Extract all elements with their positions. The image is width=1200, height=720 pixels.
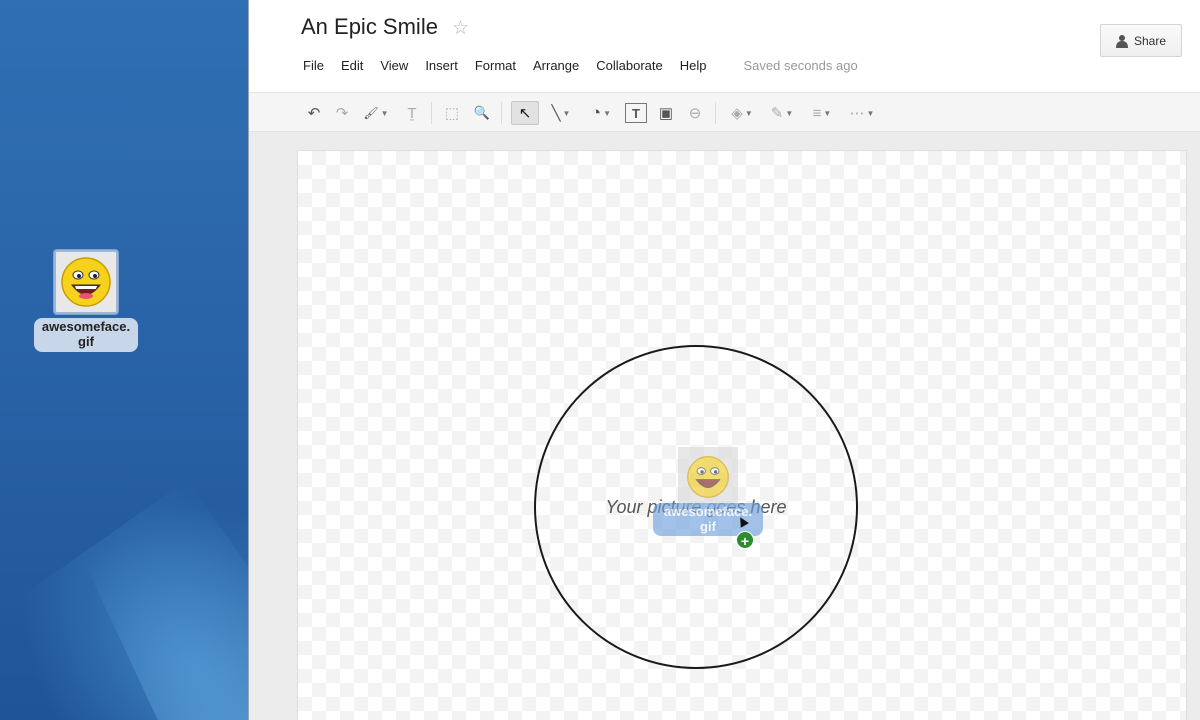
drawing-canvas[interactable]: Your picture goes here awesomeface. gif … bbox=[297, 150, 1187, 720]
toolbar: ↶ ↷ 🖌 ▼ Ṯ ⬚ 🔍 ↖ ╲ ▼ ◔ ▼ T ▣ ⊖ ◈ ▼ ✎ ▼ ≡ ▼ ⋯ ▼ bbox=[249, 92, 1200, 132]
menu-bar: File Edit View Insert Format Arrange Col… bbox=[303, 58, 858, 73]
drag-thumbnail bbox=[678, 447, 738, 507]
smiley-face-icon bbox=[61, 257, 111, 307]
file-label: awesomeface. gif bbox=[33, 318, 139, 352]
chevron-down-icon: ▼ bbox=[603, 108, 612, 118]
line-dash-icon[interactable]: ⋯ ▼ bbox=[845, 101, 879, 125]
redo-icon[interactable]: ↷ bbox=[331, 101, 353, 125]
person-icon bbox=[1115, 34, 1128, 48]
chevron-down-icon: ▼ bbox=[744, 108, 753, 118]
file-thumbnail bbox=[54, 250, 118, 314]
menu-arrange[interactable]: Arrange bbox=[533, 58, 579, 73]
menu-format[interactable]: Format bbox=[475, 58, 516, 73]
menu-insert[interactable]: Insert bbox=[425, 58, 458, 73]
text-box-icon[interactable]: T bbox=[625, 103, 647, 123]
star-icon[interactable]: ☆ bbox=[452, 17, 469, 40]
menu-collaborate[interactable]: Collaborate bbox=[596, 58, 663, 73]
chevron-down-icon: ▼ bbox=[562, 108, 571, 118]
line-color-icon[interactable]: ✎ ▼ bbox=[765, 101, 799, 125]
fill-color-icon[interactable]: ◈ ▼ bbox=[725, 101, 759, 125]
line-icon[interactable]: ╲ ▼ bbox=[545, 101, 577, 125]
share-label: Share bbox=[1133, 33, 1167, 48]
smiley-face-icon bbox=[687, 456, 729, 498]
paint-format-icon[interactable]: 🖌 ▼ bbox=[359, 101, 393, 125]
zoom-icon[interactable]: 🔍 bbox=[471, 101, 493, 125]
drawings-app: An Epic Smile ☆ Share File Edit View Ins… bbox=[248, 0, 1200, 720]
menu-view[interactable]: View bbox=[380, 58, 408, 73]
undo-icon[interactable]: ↶ bbox=[303, 101, 325, 125]
line-glyph: ╲ bbox=[551, 105, 561, 122]
paint-glyph: 🖌 bbox=[363, 106, 379, 120]
clear-format-icon[interactable]: Ṯ bbox=[401, 101, 423, 125]
shape-icon[interactable]: ◔ ▼ bbox=[583, 101, 619, 125]
desktop-file-awesomeface[interactable]: awesomeface. gif bbox=[28, 250, 144, 352]
select-icon[interactable]: ↖ bbox=[511, 101, 539, 125]
link-icon[interactable]: ⊖ bbox=[683, 101, 707, 125]
menu-file[interactable]: File bbox=[303, 58, 324, 73]
weight-glyph: ≡ bbox=[812, 104, 822, 122]
dash-glyph: ⋯ bbox=[849, 105, 865, 122]
toolbar-divider bbox=[715, 102, 716, 124]
share-button[interactable]: Share bbox=[1100, 24, 1182, 57]
pen-glyph: ✎ bbox=[770, 105, 784, 122]
shape-glyph: ◔ bbox=[590, 103, 602, 122]
fit-icon[interactable]: ⬚ bbox=[441, 101, 463, 125]
copy-plus-icon: + bbox=[736, 531, 754, 549]
line-weight-icon[interactable]: ≡ ▼ bbox=[805, 101, 839, 125]
menu-edit[interactable]: Edit bbox=[341, 58, 363, 73]
chevron-down-icon: ▼ bbox=[866, 108, 875, 118]
fill-glyph: ◈ bbox=[731, 105, 743, 122]
desktop: awesomeface. gif bbox=[0, 0, 248, 720]
chevron-down-icon: ▼ bbox=[380, 108, 389, 118]
menu-help[interactable]: Help bbox=[680, 58, 707, 73]
saved-status: Saved seconds ago bbox=[743, 58, 858, 73]
document-title[interactable]: An Epic Smile bbox=[301, 14, 438, 40]
chevron-down-icon: ▼ bbox=[823, 108, 832, 118]
workspace: Your picture goes here awesomeface. gif … bbox=[249, 132, 1200, 720]
chevron-down-icon: ▼ bbox=[785, 108, 794, 118]
toolbar-divider bbox=[431, 102, 432, 124]
toolbar-divider bbox=[501, 102, 502, 124]
image-icon[interactable]: ▣ bbox=[655, 101, 677, 125]
app-header: An Epic Smile ☆ Share File Edit View Ins… bbox=[249, 0, 1200, 92]
